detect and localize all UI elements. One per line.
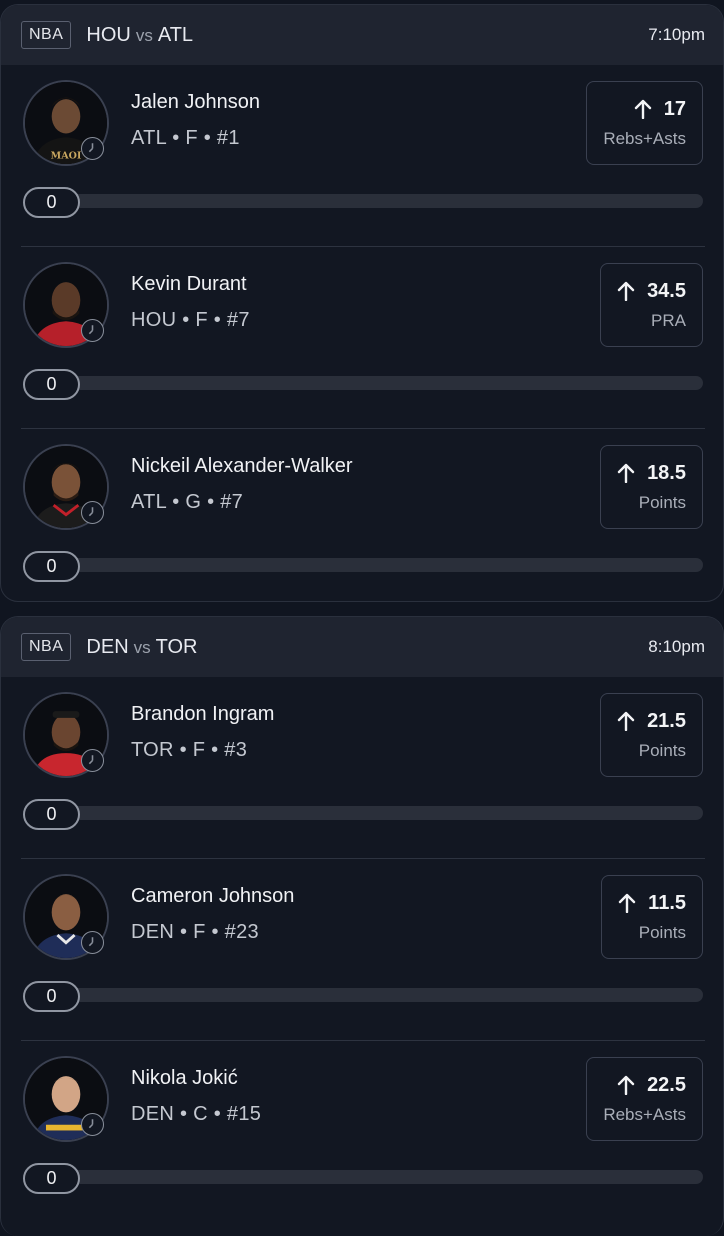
progress-track bbox=[53, 1170, 703, 1184]
line-value: 11.5 bbox=[648, 891, 686, 914]
league-badge: NBA bbox=[21, 633, 72, 661]
pick-line-button[interactable]: 11.5 Points bbox=[601, 875, 703, 959]
player-name: Nickeil Alexander-Walker bbox=[131, 455, 353, 477]
line-stat: Points bbox=[638, 922, 686, 942]
clock-icon bbox=[81, 931, 104, 954]
line-stat: Rebs+Asts bbox=[603, 1104, 686, 1124]
progress-count: 0 bbox=[23, 187, 80, 218]
player-meta: ATL • F • #1 bbox=[131, 127, 240, 149]
matchup: DEN vs TOR bbox=[86, 636, 197, 659]
pick-line-button[interactable]: 18.5 Points bbox=[600, 445, 703, 529]
pick-line-button[interactable]: 21.5 Points bbox=[600, 693, 703, 777]
vs-label: vs bbox=[135, 25, 153, 45]
line-value: 18.5 bbox=[647, 461, 686, 484]
line-stat: Rebs+Asts bbox=[603, 128, 686, 148]
line-stat: Points bbox=[638, 740, 686, 760]
player-meta: ATL • G • #7 bbox=[131, 491, 244, 513]
progress-track bbox=[53, 194, 703, 208]
clock-icon bbox=[81, 137, 104, 160]
line-value: 17 bbox=[663, 97, 686, 120]
game-header[interactable]: NBA DEN vs TOR 8:10pm bbox=[1, 617, 723, 677]
player-row[interactable]: Nickeil Alexander-Walker ATL • G • #7 18… bbox=[1, 429, 723, 601]
line-value-wrap: 22.5 bbox=[617, 1074, 686, 1097]
line-value-wrap: 34.5 bbox=[617, 280, 686, 303]
team-b: ATL bbox=[157, 23, 194, 46]
player-row[interactable]: Cameron Johnson DEN • F • #23 11.5 Point… bbox=[1, 859, 723, 1041]
arrow-up-icon bbox=[634, 99, 652, 119]
line-value-wrap: 11.5 bbox=[618, 892, 686, 915]
progress-count: 0 bbox=[23, 551, 80, 582]
line-stat: Points bbox=[638, 492, 686, 512]
progress-count: 0 bbox=[23, 369, 80, 400]
arrow-up-icon bbox=[618, 893, 636, 913]
league-badge: NBA bbox=[21, 21, 72, 49]
player-meta: HOU • F • #7 bbox=[131, 309, 250, 331]
game-time: 8:10pm bbox=[648, 637, 705, 656]
clock-icon bbox=[81, 1113, 104, 1136]
line-value: 22.5 bbox=[647, 1073, 686, 1096]
line-value-wrap: 18.5 bbox=[617, 462, 686, 485]
arrow-up-icon bbox=[617, 1075, 635, 1095]
line-value: 21.5 bbox=[647, 709, 686, 732]
game-card: NBA HOU vs ATL 7:10pm MAOI Jalen Johnson… bbox=[0, 4, 724, 602]
clock-icon bbox=[81, 501, 104, 524]
player-row[interactable]: Nikola Jokić DEN • C • #15 22.5 Rebs+Ast… bbox=[1, 1041, 723, 1223]
player-meta: DEN • F • #23 bbox=[131, 921, 259, 943]
player-meta: TOR • F • #3 bbox=[131, 739, 248, 761]
player-row[interactable]: Kevin Durant HOU • F • #7 34.5 PRA 0 bbox=[1, 247, 723, 429]
pick-line-button[interactable]: 17 Rebs+Asts bbox=[586, 81, 703, 165]
player-name: Nikola Jokić bbox=[131, 1067, 238, 1089]
player-name: Jalen Johnson bbox=[131, 91, 260, 113]
player-name: Kevin Durant bbox=[131, 273, 247, 295]
game-header[interactable]: NBA HOU vs ATL 7:10pm bbox=[1, 5, 723, 65]
player-name: Cameron Johnson bbox=[131, 885, 295, 907]
arrow-up-icon bbox=[617, 281, 635, 301]
player-meta: DEN • C • #15 bbox=[131, 1103, 262, 1125]
player-row[interactable]: MAOI Jalen Johnson ATL • F • #1 17 Rebs+… bbox=[1, 65, 723, 247]
team-b: TOR bbox=[155, 635, 198, 658]
pick-line-button[interactable]: 22.5 Rebs+Asts bbox=[586, 1057, 703, 1141]
pick-line-button[interactable]: 34.5 PRA bbox=[600, 263, 703, 347]
progress-count: 0 bbox=[23, 981, 80, 1012]
vs-label: vs bbox=[133, 637, 151, 657]
player-name: Brandon Ingram bbox=[131, 703, 275, 725]
progress-track bbox=[53, 558, 703, 572]
matchup: HOU vs ATL bbox=[86, 24, 193, 47]
progress-track bbox=[53, 376, 703, 390]
game-time: 7:10pm bbox=[648, 25, 705, 44]
game-card: NBA DEN vs TOR 8:10pm Brandon Ingram TOR… bbox=[0, 616, 724, 1236]
clock-icon bbox=[81, 319, 104, 342]
svg-text:MAOI: MAOI bbox=[51, 150, 82, 161]
progress-track bbox=[53, 806, 703, 820]
arrow-up-icon bbox=[617, 463, 635, 483]
progress-count: 0 bbox=[23, 1163, 80, 1194]
line-value-wrap: 17 bbox=[634, 98, 686, 121]
player-row[interactable]: Brandon Ingram TOR • F • #3 21.5 Points … bbox=[1, 677, 723, 859]
line-stat: PRA bbox=[651, 310, 686, 330]
clock-icon bbox=[81, 749, 104, 772]
arrow-up-icon bbox=[617, 711, 635, 731]
progress-track bbox=[53, 988, 703, 1002]
line-value: 34.5 bbox=[647, 279, 686, 302]
progress-count: 0 bbox=[23, 799, 80, 830]
team-a: HOU bbox=[86, 23, 131, 46]
line-value-wrap: 21.5 bbox=[617, 710, 686, 733]
team-a: DEN bbox=[86, 635, 129, 658]
